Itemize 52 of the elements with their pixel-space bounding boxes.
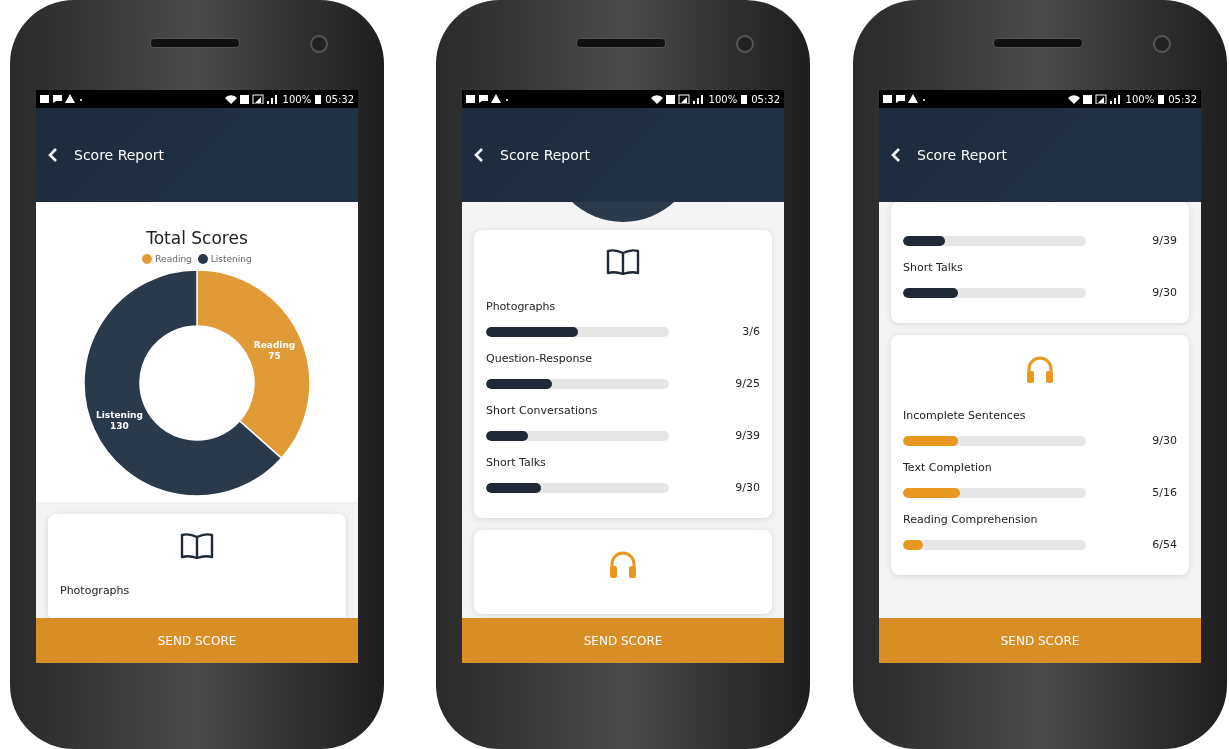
score-value: 9/39 — [1151, 234, 1177, 247]
camera-lens — [310, 35, 328, 53]
send-score-button[interactable]: SEND SCORE — [36, 618, 358, 663]
battery-percent: 100% — [282, 93, 312, 105]
battery-icon — [315, 94, 322, 104]
chart-title: Total Scores — [146, 228, 248, 248]
status-time: 05:32 — [751, 93, 780, 105]
back-icon[interactable] — [474, 147, 484, 163]
camera-lens — [1153, 35, 1171, 53]
screen-title: Score Report — [500, 147, 591, 163]
legend-label: Reading — [155, 254, 192, 264]
score-value: 9/30 — [734, 481, 760, 494]
score-value: 9/25 — [734, 377, 760, 390]
battery-percent: 100% — [1125, 93, 1155, 105]
book-icon — [606, 248, 640, 276]
signal-icons-drawing — [1067, 94, 1122, 104]
battery-icon — [741, 94, 748, 104]
signal-icons-drawing — [650, 94, 705, 104]
slice-label: Reading 75 — [253, 340, 296, 362]
section-label: Text Completion — [903, 461, 993, 474]
status-time: 05:32 — [325, 93, 354, 105]
status-time: 05:32 — [1168, 93, 1197, 105]
battery-percent: 100% — [708, 93, 738, 105]
screen-title: Score Report — [74, 147, 165, 163]
camera-lens — [736, 35, 754, 53]
battery-icon — [1158, 94, 1165, 104]
notification-icons-drawing — [883, 94, 927, 104]
section-label: Photographs — [486, 300, 557, 313]
section-label: Short Talks — [486, 456, 547, 469]
score-value: 9/39 — [734, 429, 760, 442]
score-value: 3/6 — [741, 325, 760, 338]
slice-label: Listening 130 — [95, 409, 143, 431]
section-label: Photographs — [60, 584, 131, 597]
score-value: 6/54 — [1151, 538, 1177, 551]
score-value: 9/30 — [1151, 434, 1177, 447]
screen-title: Score Report — [917, 147, 1008, 163]
send-score-button[interactable]: SEND SCORE — [462, 618, 784, 663]
score-value: 9/30 — [1151, 286, 1177, 299]
section-label: Short Talks — [903, 261, 964, 274]
section-label: Incomplete Sentences — [903, 409, 1027, 422]
signal-icons-drawing — [224, 94, 279, 104]
send-score-button[interactable]: SEND SCORE — [879, 618, 1201, 663]
section-label: Reading Comprehension — [903, 513, 1039, 526]
score-value: 5/16 — [1151, 486, 1177, 499]
book-icon — [180, 532, 214, 560]
legend-label: Listening — [210, 254, 252, 264]
notification-icons-drawing — [466, 94, 510, 104]
back-icon[interactable] — [48, 147, 58, 163]
notification-icons-drawing — [40, 94, 84, 104]
back-icon[interactable] — [891, 147, 901, 163]
section-label: Question-Response — [486, 352, 593, 365]
section-label: Short Conversations — [486, 404, 599, 417]
